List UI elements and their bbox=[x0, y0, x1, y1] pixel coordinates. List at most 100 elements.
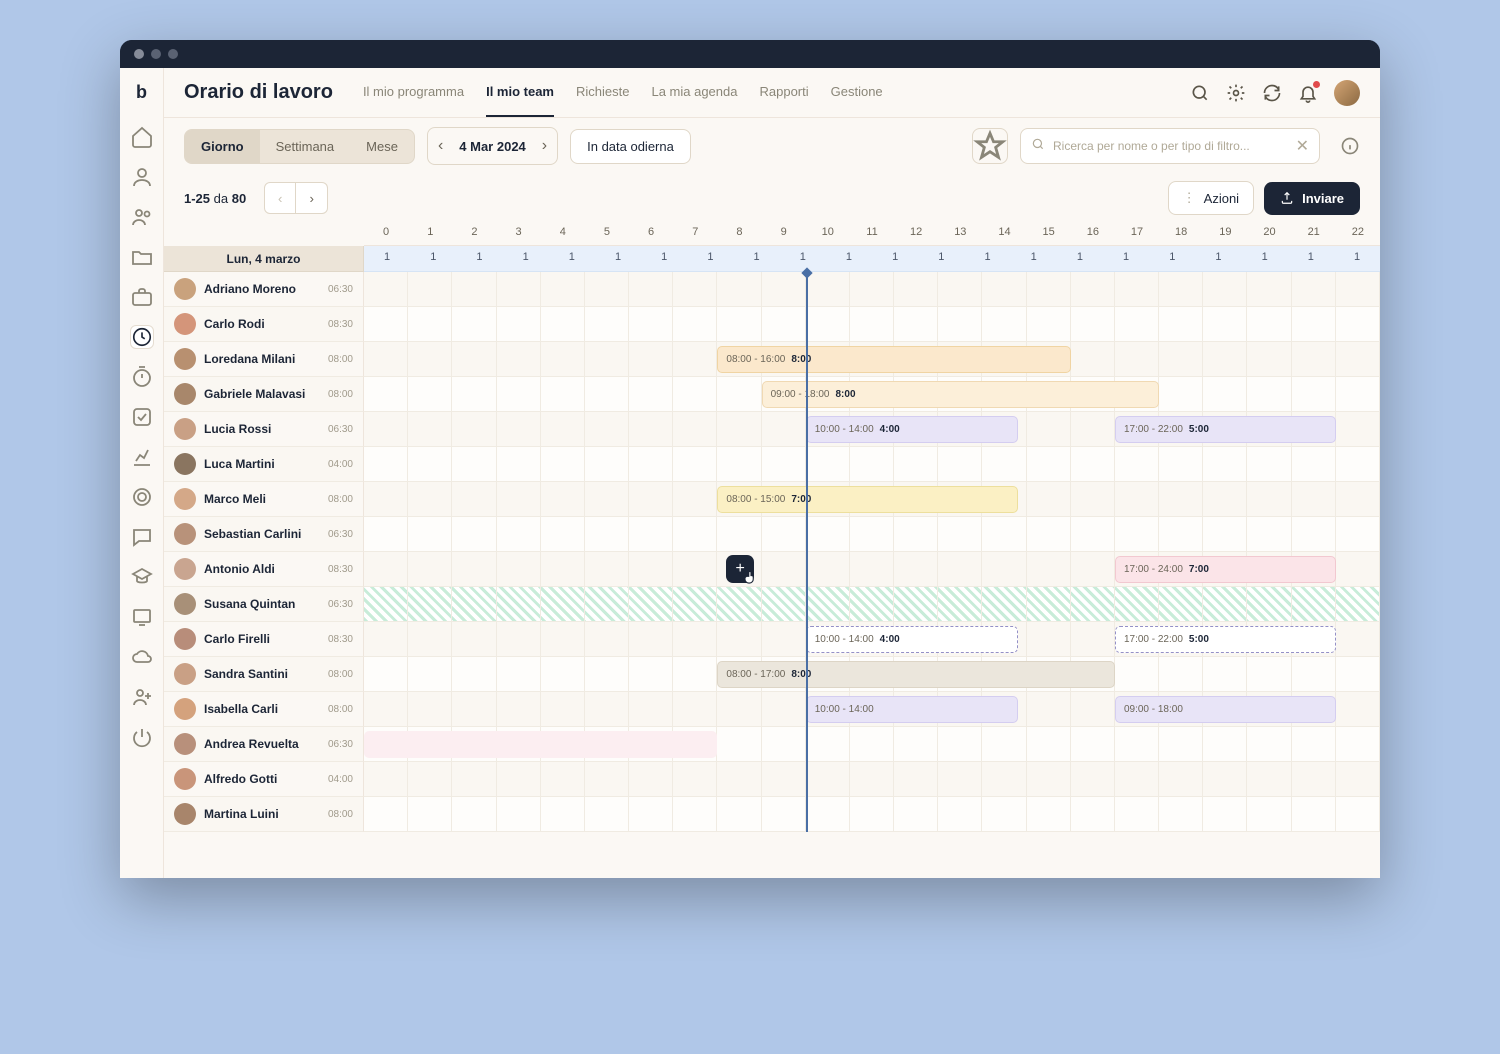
timeline-row[interactable] bbox=[364, 762, 1380, 797]
tab-richieste[interactable]: Richieste bbox=[576, 68, 629, 117]
settings-icon[interactable] bbox=[1226, 83, 1246, 103]
employee-hours: 08:00 bbox=[328, 389, 353, 400]
hour-cell: 10 bbox=[806, 222, 850, 245]
actions-button[interactable]: ⋮Azioni bbox=[1168, 181, 1254, 215]
timeline-row[interactable] bbox=[364, 587, 1380, 622]
nav-user-icon[interactable] bbox=[130, 165, 154, 189]
shift-block[interactable] bbox=[364, 731, 717, 758]
timeline-row[interactable]: 09:00 - 18:008:00 bbox=[364, 377, 1380, 412]
pager-prev-button[interactable]: ‹ bbox=[264, 182, 296, 214]
shift-block[interactable]: 09:00 - 18:008:00 bbox=[762, 381, 1160, 408]
timeline-row[interactable]: 10:00 - 14:004:00 17:00 - 22:005:00 bbox=[364, 412, 1380, 447]
hour-cell: 21 bbox=[1292, 222, 1336, 245]
shift-block[interactable]: 08:00 - 17:008:00 bbox=[717, 661, 1115, 688]
pagination-range: 1-25 da 80 bbox=[184, 191, 246, 206]
nav-power-icon[interactable] bbox=[130, 725, 154, 749]
tab-rapporti[interactable]: Rapporti bbox=[759, 68, 808, 117]
nav-folder-icon[interactable] bbox=[130, 245, 154, 269]
timeline-row[interactable] bbox=[364, 272, 1380, 307]
nav-chart-icon[interactable] bbox=[130, 445, 154, 469]
employee-row[interactable]: Lucia Rossi 06:30 bbox=[164, 412, 364, 447]
nav-person-add-icon[interactable] bbox=[130, 685, 154, 709]
hour-cell: 22 bbox=[1336, 222, 1380, 245]
nav-team-icon[interactable] bbox=[130, 205, 154, 229]
nav-clock-icon[interactable] bbox=[130, 325, 154, 349]
employee-avatar bbox=[174, 733, 196, 755]
employee-row[interactable]: Sandra Santini 08:00 bbox=[164, 657, 364, 692]
employee-row[interactable]: Alfredo Gotti 04:00 bbox=[164, 762, 364, 797]
employee-name: Sebastian Carlini bbox=[204, 527, 320, 541]
tab-gestione[interactable]: Gestione bbox=[831, 68, 883, 117]
employee-row[interactable]: Gabriele Malavasi 08:00 bbox=[164, 377, 364, 412]
nav-briefcase-icon[interactable] bbox=[130, 285, 154, 309]
shift-block[interactable]: 17:00 - 22:005:00 bbox=[1115, 626, 1336, 653]
view-settimana[interactable]: Settimana bbox=[260, 130, 351, 163]
shift-block[interactable]: 17:00 - 22:005:00 bbox=[1115, 416, 1336, 443]
timeline-row[interactable] bbox=[364, 447, 1380, 482]
date-prev-button[interactable]: ‹ bbox=[428, 128, 453, 164]
shift-block[interactable]: 08:00 - 16:008:00 bbox=[717, 346, 1070, 373]
timeline-row[interactable] bbox=[364, 517, 1380, 552]
today-button[interactable]: In data odierna bbox=[570, 129, 691, 164]
timeline-row[interactable]: 08:00 - 15:007:00 bbox=[364, 482, 1380, 517]
timeline-row[interactable]: 17:00 - 24:007:00+ bbox=[364, 552, 1380, 587]
shift-block[interactable]: 10:00 - 14:00 bbox=[806, 696, 1018, 723]
search-input[interactable] bbox=[1053, 139, 1290, 153]
employee-row[interactable]: Adriano Moreno 06:30 bbox=[164, 272, 364, 307]
nav-target-icon[interactable] bbox=[130, 485, 154, 509]
shift-block[interactable]: 10:00 - 14:004:00 bbox=[806, 416, 1018, 443]
timeline-row[interactable]: 08:00 - 17:008:00 bbox=[364, 657, 1380, 692]
view-mese[interactable]: Mese bbox=[350, 130, 414, 163]
user-avatar[interactable] bbox=[1334, 80, 1360, 106]
timeline-row[interactable]: 10:00 - 14:004:00 17:00 - 22:005:00 bbox=[364, 622, 1380, 657]
pager-next-button[interactable]: › bbox=[296, 182, 328, 214]
hour-cell: 13 bbox=[938, 222, 982, 245]
timeline-row[interactable]: 08:00 - 16:008:00 bbox=[364, 342, 1380, 377]
nav-chat-icon[interactable] bbox=[130, 525, 154, 549]
employee-row[interactable]: Carlo Firelli 08:30 bbox=[164, 622, 364, 657]
shift-block[interactable]: 08:00 - 15:007:00 bbox=[717, 486, 1017, 513]
search-box: ✕ bbox=[1020, 128, 1320, 164]
nav-check-icon[interactable] bbox=[130, 405, 154, 429]
employee-row[interactable]: Marco Meli 08:00 bbox=[164, 482, 364, 517]
employee-row[interactable]: Andrea Revuelta 06:30 bbox=[164, 727, 364, 762]
nav-timer-icon[interactable] bbox=[130, 365, 154, 389]
app-logo[interactable]: b bbox=[136, 82, 147, 103]
shift-block[interactable]: 09:00 - 18:00 bbox=[1115, 696, 1336, 723]
employee-row[interactable]: Isabella Carli 08:00 bbox=[164, 692, 364, 727]
count-cell: 1 bbox=[964, 246, 1010, 271]
search-clear-icon[interactable]: ✕ bbox=[1296, 136, 1309, 156]
search-icon[interactable] bbox=[1190, 83, 1210, 103]
shift-block[interactable]: 17:00 - 24:007:00 bbox=[1115, 556, 1336, 583]
nav-cloud-icon[interactable] bbox=[130, 645, 154, 669]
tab-la-mia-agenda[interactable]: La mia agenda bbox=[651, 68, 737, 117]
employee-row[interactable]: Loredana Milani 08:00 bbox=[164, 342, 364, 377]
bell-icon[interactable] bbox=[1298, 83, 1318, 103]
tab-il-mio-team[interactable]: Il mio team bbox=[486, 68, 554, 117]
date-next-button[interactable]: › bbox=[532, 128, 557, 164]
shift-block[interactable]: 10:00 - 14:004:00 bbox=[806, 626, 1018, 653]
grid-body[interactable]: 08:00 - 16:008:00 09:00 - 18:008:00 10:00 … bbox=[364, 272, 1380, 832]
favorite-button[interactable] bbox=[972, 128, 1008, 164]
employee-row[interactable]: Sebastian Carlini 06:30 bbox=[164, 517, 364, 552]
traffic-lights[interactable] bbox=[134, 49, 178, 59]
send-button[interactable]: Inviare bbox=[1264, 182, 1360, 215]
timeline-row[interactable] bbox=[364, 307, 1380, 342]
employee-row[interactable]: Martina Luini 08:00 bbox=[164, 797, 364, 832]
nav-grad-icon[interactable] bbox=[130, 565, 154, 589]
tab-il-mio-programma[interactable]: Il mio programma bbox=[363, 68, 464, 117]
nav-home-icon[interactable] bbox=[130, 125, 154, 149]
date-label[interactable]: 4 Mar 2024 bbox=[453, 139, 532, 154]
employee-row[interactable]: Luca Martini 04:00 bbox=[164, 447, 364, 482]
timeline-row[interactable]: 10:00 - 14:00 09:00 - 18:00 bbox=[364, 692, 1380, 727]
employee-row[interactable]: Antonio Aldi 08:30 bbox=[164, 552, 364, 587]
timeline-row[interactable] bbox=[364, 727, 1380, 762]
info-icon[interactable] bbox=[1340, 136, 1360, 156]
timeline-row[interactable] bbox=[364, 797, 1380, 832]
nav-screen-icon[interactable] bbox=[130, 605, 154, 629]
hour-cell: 1 bbox=[408, 222, 452, 245]
employee-row[interactable]: Carlo Rodi 08:30 bbox=[164, 307, 364, 342]
employee-row[interactable]: Susana Quintan 06:30 bbox=[164, 587, 364, 622]
view-giorno[interactable]: Giorno bbox=[185, 130, 260, 163]
refresh-icon[interactable] bbox=[1262, 83, 1282, 103]
